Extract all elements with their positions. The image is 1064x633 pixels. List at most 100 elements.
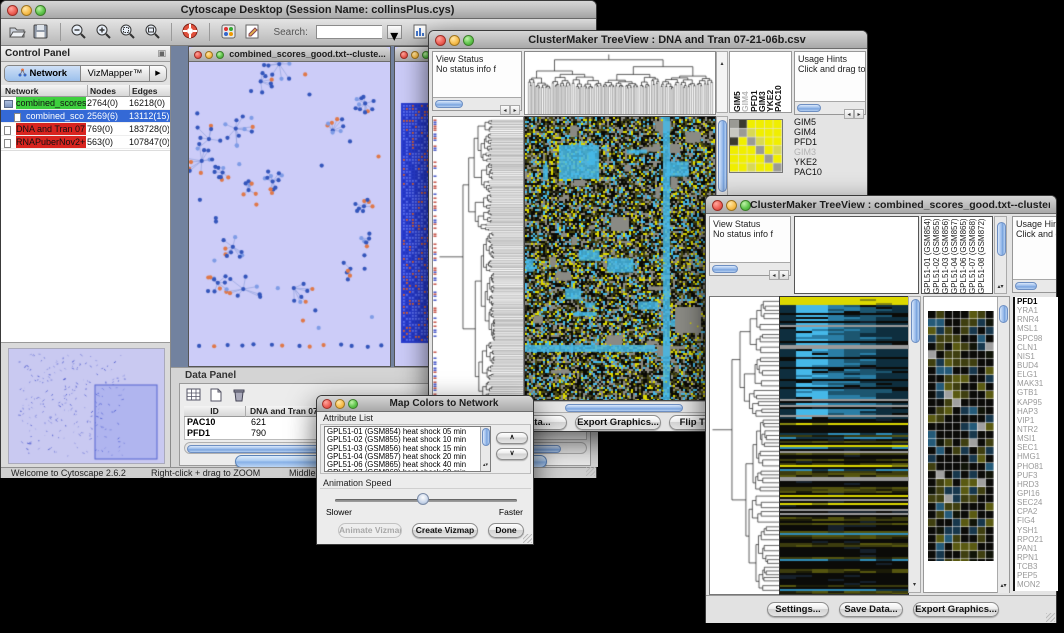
scroll-arrows[interactable]: ▴▾ [481,453,490,471]
gene-label[interactable]: MSL1 [1017,324,1058,333]
tv1-top-scroll-strip[interactable]: ▴ [716,51,728,113]
gene-label[interactable]: MSI1 [1017,434,1058,443]
gene-label[interactable]: PAC10 [794,167,866,177]
tv2-vscrollbar[interactable]: ▾ [908,296,921,593]
close-icon[interactable] [194,51,202,59]
export-graphics-button[interactable]: Export Graphics... [913,602,999,617]
scrollbar-thumb[interactable] [911,299,920,343]
speed-slider-thumb[interactable] [417,493,429,505]
column-label[interactable]: GPL51-02 (GSM855) [932,218,941,294]
tv2-titlebar[interactable]: ClusterMaker TreeView : combined_scores_… [706,196,1056,214]
scroll-right-icon[interactable]: ▸ [779,270,789,280]
col-network[interactable]: Network [5,85,85,97]
attribute-table-icon[interactable] [185,387,203,403]
gene-label[interactable]: PFD1 [1017,297,1058,306]
attribute-item[interactable]: GPL51-07 (GSM868) heat shock 60 min [327,469,478,472]
move-down-button[interactable]: ∨ [496,448,528,460]
annotation-icon[interactable] [243,22,263,41]
gene-label[interactable]: RPN1 [1017,553,1058,562]
minimize-icon[interactable] [205,51,213,59]
tv2-row-dendrogram[interactable] [709,296,780,595]
network-table-row[interactable]: DNA and Tran 07 769(0) 183728(0) [1,123,170,136]
gene-label[interactable]: GIM4 [794,127,866,137]
column-label[interactable]: PAC10 [773,56,781,112]
minimize-icon[interactable] [411,51,419,59]
close-icon[interactable] [322,399,332,409]
tv1-status-scrollbar[interactable]: ◂▸ [433,97,521,110]
scrollbar-thumb[interactable] [1015,282,1037,290]
gene-label[interactable]: SEC1 [1017,443,1058,452]
scrollbar-thumb[interactable] [797,104,821,112]
tv2-secondary-heatmap[interactable] [928,311,994,561]
minimize-icon[interactable] [726,200,737,211]
scroll-left-icon[interactable]: ◂ [500,105,510,115]
minimize-icon[interactable] [449,35,460,46]
network-table-row[interactable]: combined_scores 2764(0) 16218(0) [1,97,170,110]
birdseye-view-canvas[interactable] [8,348,165,464]
tv1-titlebar[interactable]: ClusterMaker TreeView : DNA and Tran 07-… [429,31,867,49]
scroll-down-icon[interactable]: ▾ [486,461,489,470]
gene-label[interactable]: PAN1 [1017,544,1058,553]
resize-grip[interactable] [1046,613,1055,622]
tv1-heatmap[interactable] [524,116,716,401]
gene-label[interactable]: RPO21 [1017,535,1058,544]
open-file-icon[interactable] [7,22,27,41]
column-label[interactable]: GPL51-06 (GSM865) [959,218,968,294]
gene-label[interactable]: NIS1 [1017,352,1058,361]
col-edges[interactable]: Edges [129,85,169,97]
animate-vizmap-button[interactable]: Animate Vizmap [338,523,402,538]
more-tabs-icon[interactable]: ▶ [150,66,166,81]
gene-label[interactable]: KAP95 [1017,398,1058,407]
tv1-column-dendrogram[interactable] [524,51,716,115]
gene-label[interactable]: CPA2 [1017,507,1058,516]
help-icon[interactable] [181,22,201,41]
gene-label[interactable]: GIM5 [794,117,866,127]
gene-label[interactable]: SPC98 [1017,334,1058,343]
float-panel-icon[interactable]: ▣ [157,46,166,62]
gene-label[interactable]: PHO81 [1017,462,1058,471]
gene-label[interactable]: PFD1 [794,137,866,147]
column-label[interactable]: GPL51-01 (GSM854) [923,218,932,294]
scroll-arrows[interactable]: ▴▾ [995,275,1006,293]
zoom-window-icon[interactable] [348,399,358,409]
attribute-item[interactable]: GPL51-03 (GSM856) heat shock 15 min [327,445,478,453]
column-label[interactable]: GPL51-07 (GSM868) [968,218,977,294]
resize-grip[interactable] [586,467,595,476]
gene-label[interactable]: HAP3 [1017,407,1058,416]
tv2-column-dendrogram-area[interactable] [794,216,919,294]
zoom-window-icon[interactable] [216,51,224,59]
tab-network[interactable]: Network [5,66,81,81]
attribute-list[interactable]: GPL51-01 (GSM854) heat shock 05 minGPL51… [324,426,491,472]
close-icon[interactable] [7,5,18,16]
move-up-button[interactable]: ∧ [496,432,528,444]
attribute-item[interactable]: GPL51-04 (GSM857) heat shock 20 min [327,453,478,461]
tv2-usage-scrollbar[interactable] [1013,279,1056,292]
close-icon[interactable] [435,35,446,46]
scroll-down-icon[interactable]: ▾ [1004,581,1007,590]
gene-label[interactable]: PUF3 [1017,471,1058,480]
dialog-titlebar[interactable]: Map Colors to Network [317,396,533,412]
gene-label[interactable]: HRD3 [1017,480,1058,489]
gene-label[interactable]: FIG4 [1017,516,1058,525]
network-window-1-titlebar[interactable]: combined_scores_good.txt--cluste... [189,47,390,62]
close-icon[interactable] [712,200,723,211]
gene-label[interactable]: MON2 [1017,580,1058,589]
network-table-row[interactable]: RNAPuberNov2+ 563(0) 107847(0) [1,136,170,149]
column-label[interactable]: GIM3 [757,56,765,112]
network-view-1-canvas[interactable] [189,47,390,351]
settings-button[interactable]: Settings... [767,602,829,617]
scrollbar-thumb[interactable] [712,265,738,273]
create-vizmap-button[interactable]: Create Vizmap [412,523,478,538]
scrollbar-thumb[interactable] [435,100,463,108]
scrollbar-thumb[interactable] [718,120,727,192]
gene-label[interactable]: CLN1 [1017,343,1058,352]
tv2-heatmap[interactable] [779,296,909,595]
gene-label[interactable]: GPI16 [1017,489,1058,498]
gene-label[interactable]: ELG1 [1017,370,1058,379]
attribute-item[interactable]: GPL51-02 (GSM855) heat shock 10 min [327,436,478,444]
gene-label[interactable]: MAK31 [1017,379,1058,388]
gene-label[interactable]: RNR4 [1017,315,1058,324]
attribute-list-scrollbar[interactable]: ▴▾ [480,427,490,471]
zoom-selected-icon[interactable] [118,22,138,41]
gene-label[interactable]: YSH1 [1017,526,1058,535]
